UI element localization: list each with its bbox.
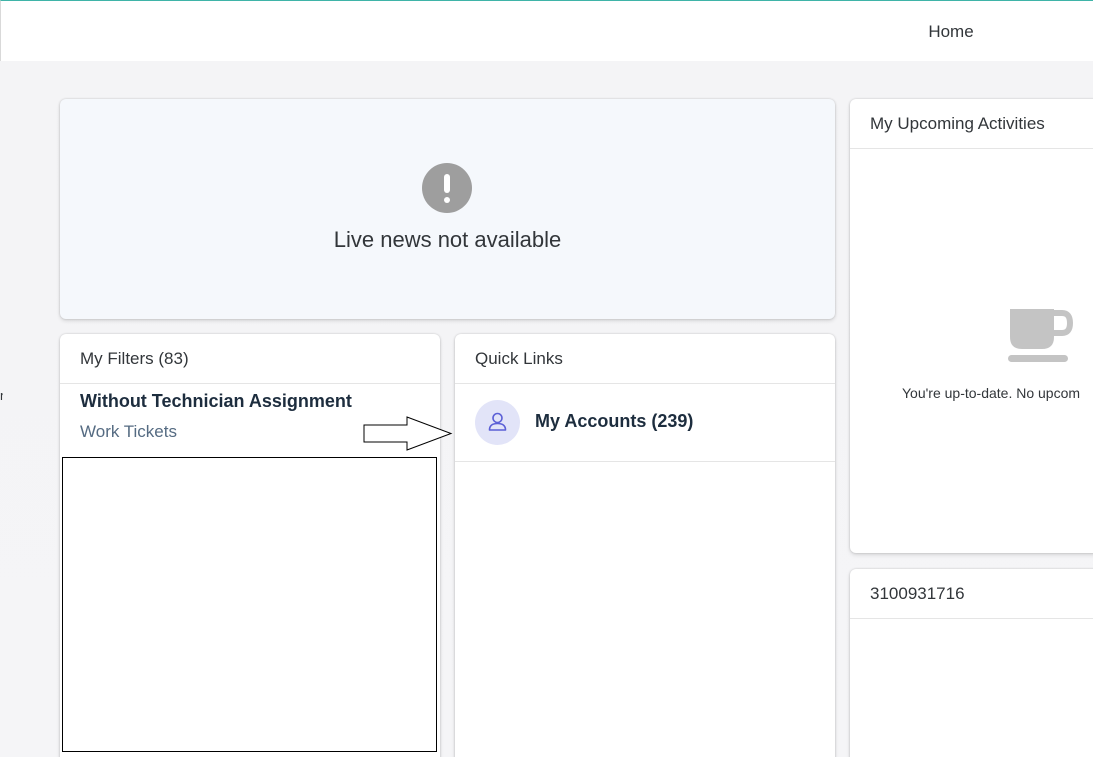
activities-title: My Upcoming Activities [850, 99, 1093, 149]
quick-link-my-accounts[interactable]: My Accounts (239) [455, 385, 835, 462]
person-icon [475, 400, 520, 445]
shell-header: Home [0, 0, 1093, 61]
record-card-title: 3100931716 [850, 569, 1093, 619]
filter-item-subtitle: Work Tickets [80, 422, 177, 441]
news-empty-message: Live news not available [333, 227, 562, 252]
quick-links-card: Quick Links My Accounts (239) [455, 334, 835, 757]
activities-card: My Upcoming Activities You're up-to-date… [850, 99, 1093, 553]
record-card: 3100931716 [850, 569, 1093, 757]
quick-link-label: My Accounts (239) [535, 411, 694, 431]
news-card: Live news not available [60, 99, 835, 319]
quick-links-title: Quick Links [455, 334, 835, 384]
edge-clipped-text: n [0, 389, 3, 403]
coffee-cup-icon [1008, 309, 1074, 362]
blank-overlay-box [62, 457, 437, 752]
nav-home-link[interactable]: Home [917, 21, 985, 43]
filter-item-title: Without Technician Assignment [80, 391, 352, 411]
activities-empty-message: You're up-to-date. No upcom [902, 385, 1081, 401]
exclamation-icon [422, 163, 472, 213]
filters-card-title: My Filters (83) [60, 334, 440, 384]
arrow-right-icon [363, 416, 453, 451]
filters-card: My Filters (83) Without Technician Assig… [60, 334, 440, 757]
